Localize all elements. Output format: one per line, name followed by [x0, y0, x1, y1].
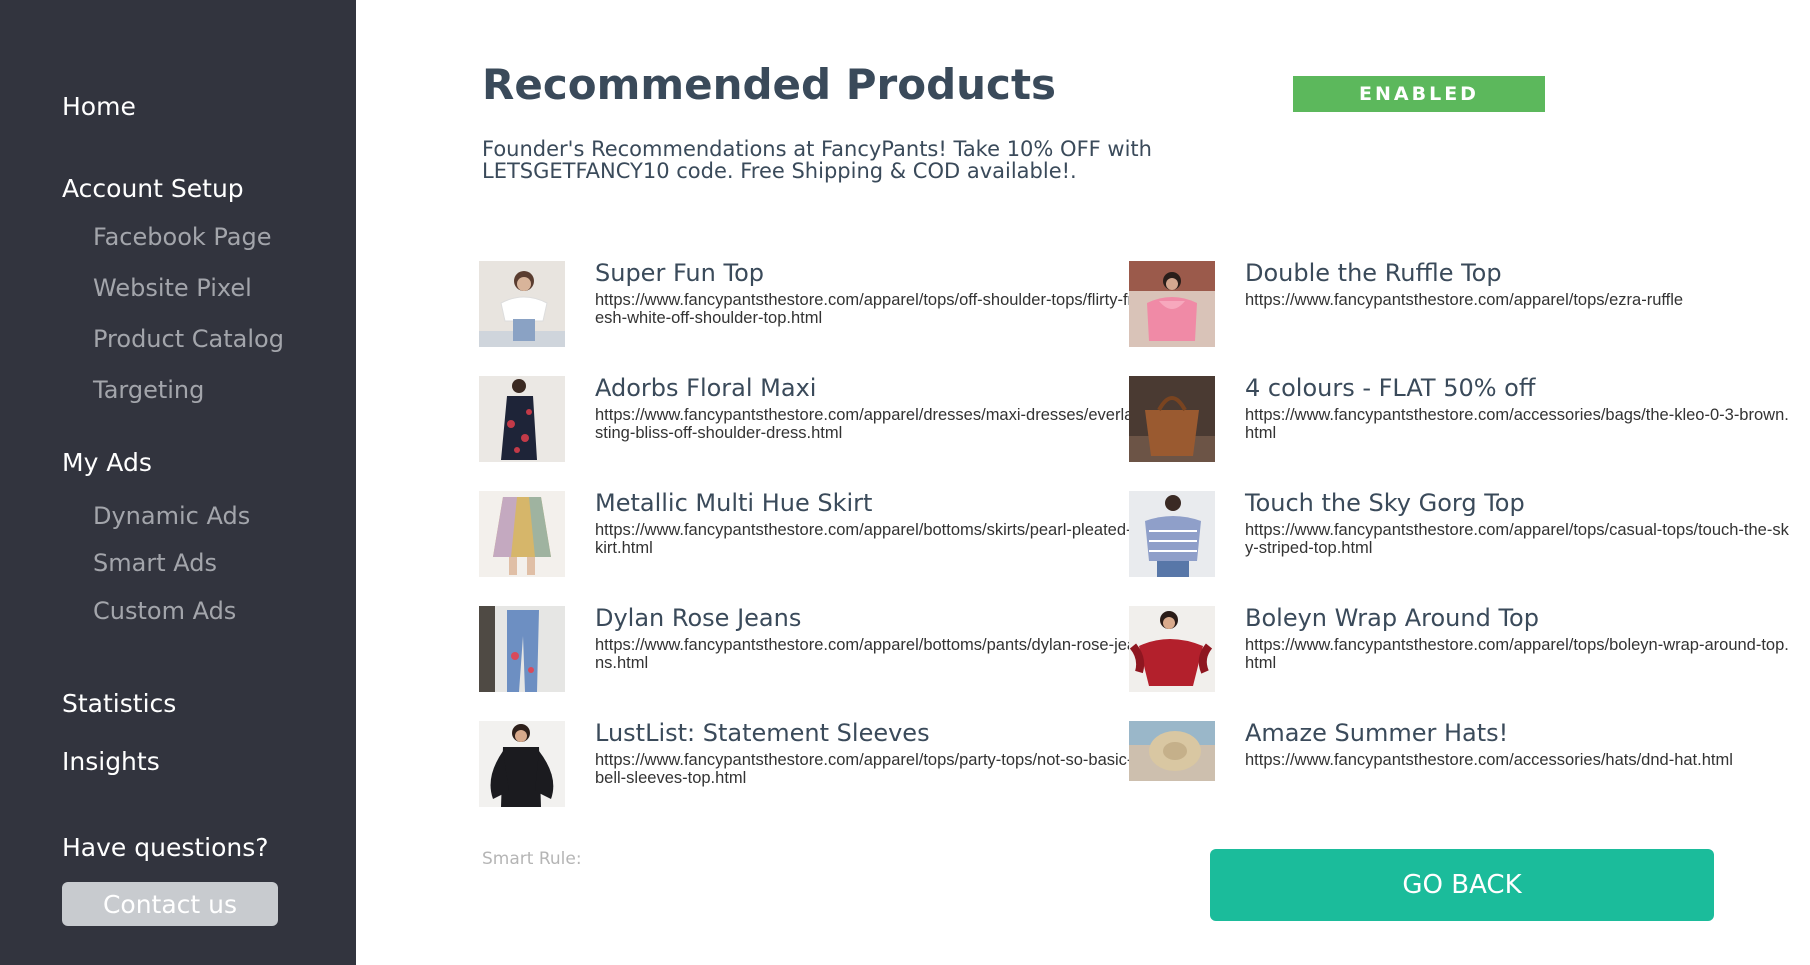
product-item: Amaze Summer Hats! https://www.fancypant…	[1129, 719, 1779, 813]
go-back-button[interactable]: GO BACK	[1210, 849, 1714, 921]
product-thumbnail	[1129, 491, 1215, 577]
product-url[interactable]: https://www.fancypantsthestore.com/acces…	[1245, 406, 1790, 442]
status-badge: ENABLED	[1293, 76, 1545, 112]
product-url[interactable]: https://www.fancypantsthestore.com/appar…	[595, 751, 1140, 787]
product-thumbnail	[479, 606, 565, 692]
product-item: Touch the Sky Gorg Top https://www.fancy…	[1129, 489, 1789, 583]
nav-dynamic-ads[interactable]: Dynamic Ads	[93, 502, 250, 530]
product-item: Boleyn Wrap Around Top https://www.fancy…	[1129, 604, 1789, 698]
nav-custom-ads[interactable]: Custom Ads	[93, 597, 236, 625]
product-url[interactable]: https://www.fancypantsthestore.com/appar…	[595, 521, 1140, 557]
nav-targeting[interactable]: Targeting	[93, 376, 204, 404]
nav-product-catalog[interactable]: Product Catalog	[93, 325, 284, 353]
product-name: Touch the Sky Gorg Top	[1245, 489, 1525, 517]
product-thumbnail	[479, 721, 565, 807]
product-url[interactable]: https://www.fancypantsthestore.com/acces…	[1245, 751, 1790, 769]
product-thumbnail	[479, 376, 565, 462]
product-url[interactable]: https://www.fancypantsthestore.com/appar…	[1245, 291, 1790, 309]
product-thumbnail	[1129, 376, 1215, 462]
product-thumbnail	[479, 261, 565, 347]
sidebar: Home Account Setup Facebook Page Website…	[0, 0, 356, 965]
product-item: LustList: Statement Sleeves https://www.…	[479, 719, 1132, 813]
product-name: Dylan Rose Jeans	[595, 604, 802, 632]
page-title: Recommended Products	[482, 60, 1057, 109]
campaign-description: Founder's Recommendations at FancyPants!…	[482, 137, 1152, 183]
product-thumbnail	[1129, 261, 1215, 347]
nav-statistics[interactable]: Statistics	[62, 689, 176, 718]
product-item: Double the Ruffle Top https://www.fancyp…	[1129, 259, 1779, 353]
product-name: Boleyn Wrap Around Top	[1245, 604, 1539, 632]
product-url[interactable]: https://www.fancypantsthestore.com/appar…	[595, 406, 1140, 442]
product-url[interactable]: https://www.fancypantsthestore.com/appar…	[595, 291, 1140, 327]
product-name: Metallic Multi Hue Skirt	[595, 489, 873, 517]
product-name: Super Fun Top	[595, 259, 764, 287]
product-url[interactable]: https://www.fancypantsthestore.com/appar…	[595, 636, 1140, 672]
product-thumbnail	[1129, 721, 1215, 781]
nav-facebook-page[interactable]: Facebook Page	[93, 223, 272, 251]
product-name: 4 colours - FLAT 50% off	[1245, 374, 1536, 402]
product-item: Metallic Multi Hue Skirt https://www.fan…	[479, 489, 1140, 583]
nav-my-ads[interactable]: My Ads	[62, 448, 152, 477]
contact-us-button[interactable]: Contact us	[62, 882, 278, 926]
product-item: Super Fun Top https://www.fancypantsthes…	[479, 259, 1133, 353]
product-name: Amaze Summer Hats!	[1245, 719, 1509, 747]
product-url[interactable]: https://www.fancypantsthestore.com/appar…	[1245, 636, 1790, 672]
product-thumbnail	[1129, 606, 1215, 692]
nav-home[interactable]: Home	[62, 92, 136, 121]
smart-rule-label: Smart Rule:	[482, 849, 582, 869]
nav-smart-ads[interactable]: Smart Ads	[93, 549, 217, 577]
nav-account-setup[interactable]: Account Setup	[62, 174, 244, 203]
nav-insights[interactable]: Insights	[62, 747, 160, 776]
product-item: Adorbs Floral Maxi https://www.fancypant…	[479, 374, 1133, 468]
nav-website-pixel[interactable]: Website Pixel	[93, 274, 252, 302]
product-item: 4 colours - FLAT 50% off https://www.fan…	[1129, 374, 1789, 468]
product-name: LustList: Statement Sleeves	[595, 719, 930, 747]
questions-label: Have questions?	[62, 833, 269, 862]
product-item: Dylan Rose Jeans https://www.fancypantst…	[479, 604, 1136, 698]
product-name: Double the Ruffle Top	[1245, 259, 1502, 287]
product-url[interactable]: https://www.fancypantsthestore.com/appar…	[1245, 521, 1790, 557]
product-thumbnail	[479, 491, 565, 577]
product-name: Adorbs Floral Maxi	[595, 374, 817, 402]
